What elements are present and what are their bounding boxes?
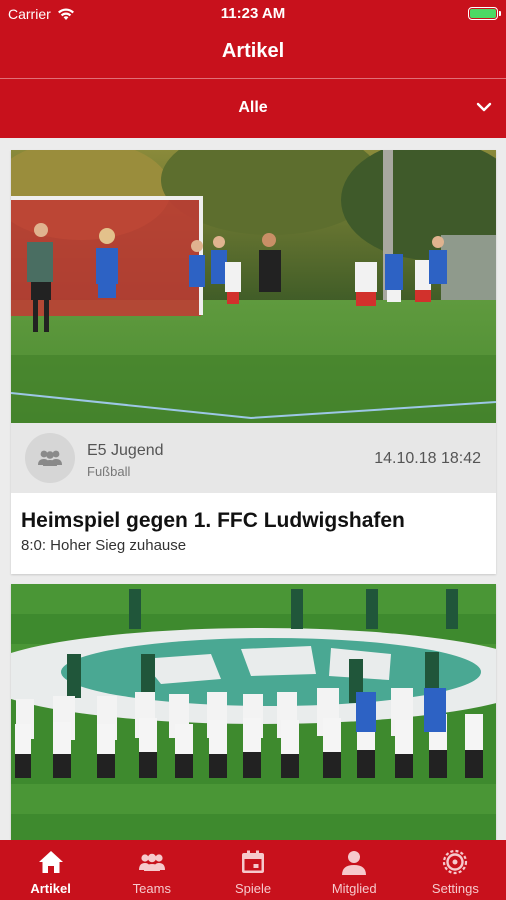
tab-label: Spiele [234, 881, 272, 896]
page-title: Artikel [221, 40, 285, 62]
article-list[interactable]: E5 Jugend Fußball 14.10.18 18:42 Heimspi… [0, 138, 506, 840]
tab-bar: Artikel Teams Spiele Mitglied Settings [0, 840, 506, 900]
team-name: E5 Jugend [87, 442, 164, 459]
battery-icon [468, 7, 501, 20]
tab-teams[interactable]: Teams [101, 840, 202, 900]
article-card[interactable] [11, 584, 496, 840]
status-time: 11:23 AM [220, 5, 286, 22]
article-title: Heimspiel gegen 1. FFC Ludwigshafen [21, 509, 405, 532]
home-icon [38, 851, 63, 873]
avatar [25, 433, 75, 483]
tab-artikel[interactable]: Artikel [0, 840, 101, 900]
chevron-down-icon [476, 102, 492, 112]
status-bar: Carrier 11:23 AM [0, 0, 506, 28]
tab-spiele[interactable]: Spiele [202, 840, 303, 900]
article-card[interactable]: E5 Jugend Fußball 14.10.18 18:42 Heimspi… [11, 150, 496, 574]
article-meta: E5 Jugend Fußball 14.10.18 18:42 [11, 423, 496, 493]
person-icon [342, 851, 367, 875]
tab-label: Mitglied [331, 881, 377, 896]
tab-mitglied[interactable]: Mitglied [304, 840, 405, 900]
gear-icon [443, 849, 468, 875]
filter-dropdown[interactable]: Alle [0, 78, 506, 138]
team-sport: Fußball [87, 464, 131, 479]
tab-label: Teams [132, 881, 171, 896]
article-photo [11, 584, 496, 840]
teams-icon [138, 853, 165, 871]
team-group-icon [38, 450, 62, 466]
tab-label: Settings [431, 881, 479, 896]
article-subtitle: 8:0: Hoher Sieg zuhause [21, 537, 187, 554]
article-date: 14.10.18 18:42 [374, 450, 481, 467]
calendar-icon [242, 850, 264, 873]
navigation-bar: Artikel [0, 28, 506, 78]
filter-selected-value: Alle [238, 99, 268, 116]
article-photo [11, 150, 496, 423]
tab-settings[interactable]: Settings [405, 840, 506, 900]
tab-label: Artikel [30, 881, 71, 896]
